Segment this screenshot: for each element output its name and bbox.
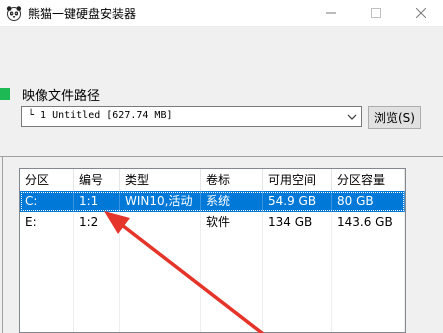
group-divider-left (2, 156, 3, 333)
column-header-number[interactable]: 编号 (74, 169, 120, 191)
minimize-icon (326, 12, 336, 14)
installer-window: 熊猫一键硬盘安装器 映像文件路径 └ 1 Untitled [627.74 MB… (0, 0, 443, 333)
table-row[interactable]: E: 1:2 软件 134 GB 143.6 GB (20, 212, 405, 233)
close-icon (416, 8, 426, 18)
partition-list-header: 分区 编号 类型 卷标 可用空间 分区容量 (20, 169, 405, 192)
chevron-down-icon[interactable] (346, 111, 358, 123)
side-accent (0, 88, 10, 100)
window-title: 熊猫一键硬盘安装器 (28, 7, 137, 21)
image-path-value: └ 1 Untitled [627.74 MB] (28, 110, 173, 121)
cell-label: 软件 (201, 212, 263, 233)
image-path-label: 映像文件路径 (22, 89, 101, 104)
close-button[interactable] (399, 0, 443, 26)
partition-list[interactable]: 分区 编号 类型 卷标 可用空间 分区容量 C: 1:1 WIN10,活动 系统… (19, 168, 406, 333)
group-divider (0, 156, 443, 157)
column-header-capacity[interactable]: 分区容量 (332, 169, 405, 191)
cell-partition: E: (20, 212, 74, 233)
cell-number: 1:2 (74, 212, 120, 233)
column-header-free-space[interactable]: 可用空间 (263, 169, 332, 191)
column-header-label[interactable]: 卷标 (201, 169, 263, 191)
panda-icon (6, 6, 22, 21)
cell-free-space: 134 GB (263, 212, 332, 233)
table-row[interactable]: C: 1:1 WIN10,活动 系统 54.9 GB 80 GB (20, 191, 405, 212)
maximize-icon (371, 8, 381, 18)
browse-button[interactable]: 浏览(S) (368, 106, 421, 129)
cell-capacity: 143.6 GB (332, 212, 405, 233)
column-header-type[interactable]: 类型 (120, 169, 201, 191)
column-header-partition[interactable]: 分区 (20, 169, 74, 191)
image-path-combobox[interactable]: └ 1 Untitled [627.74 MB] (21, 106, 362, 127)
cell-type (120, 212, 201, 233)
maximize-button[interactable] (354, 0, 398, 26)
title-bar[interactable]: 熊猫一键硬盘安装器 (0, 0, 443, 27)
minimize-button[interactable] (309, 0, 353, 26)
focus-rectangle (21, 192, 404, 211)
